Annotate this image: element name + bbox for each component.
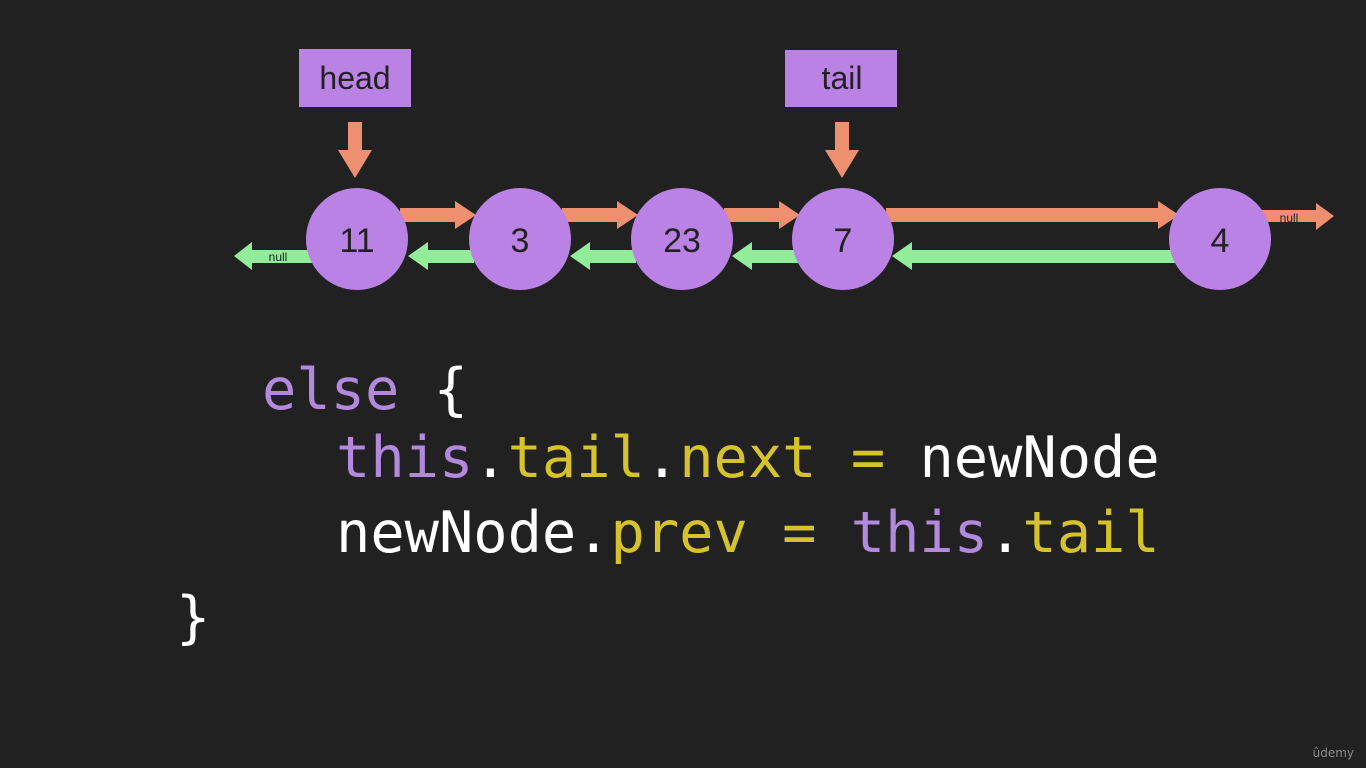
dot: . [644,425,680,491]
head-arrow-head [338,150,372,178]
prev-arrow-3-11-head [408,242,428,270]
property-next: next [679,425,817,491]
node-2: 23 [631,188,733,290]
nodes: 11 3 23 7 4 [306,188,1271,290]
tail-arrow-shaft [835,122,849,152]
close-brace: } [176,585,211,651]
dot: . [473,425,508,491]
tail-pointer: tail [785,50,897,178]
assign-operator: = [747,500,851,566]
tail-arrow-head [825,150,859,178]
property-prev: prev [610,500,748,566]
identifier-newnode: newNode [919,425,1160,491]
dot: . [576,500,611,566]
node-0: 11 [306,188,408,290]
dot: . [988,500,1023,566]
code-line-newnode-prev: newNode.prev = this.tail [336,505,1160,562]
prev-arrow-11-null-head [234,242,252,270]
property-tail: tail [1022,500,1160,566]
next-arrow-11-3-shaft [400,208,456,222]
tail-label: tail [822,60,863,96]
next-arrow-4-null-head [1316,203,1334,230]
next-arrow-23-7-shaft [724,208,780,222]
node-value: 3 [511,222,530,260]
prev-arrow-4-7-head [892,242,912,270]
prev-arrow-7-23-head [732,242,752,270]
node-value: 4 [1211,222,1230,260]
prev-arrow-3-11-shaft [426,250,474,263]
node-value: 11 [339,222,374,260]
node-1: 3 [469,188,571,290]
keyword-else: else [262,357,400,423]
head-label: head [319,60,390,96]
code-line-else: else { [262,362,468,419]
identifier-newnode: newNode [336,500,577,566]
udemy-watermark: ûdemy [1312,746,1354,760]
head-pointer: head [299,49,411,178]
head-arrow-shaft [348,122,362,152]
prev-arrow-23-3-shaft [588,250,636,263]
null-left-label: null [269,250,288,264]
next-arrow-7-4-shaft [886,208,1160,222]
next-arrow-3-23-shaft [562,208,618,222]
prev-arrow-7-23-shaft [750,250,798,263]
node-value: 7 [834,222,853,260]
keyword-this: this [336,425,474,491]
assign-operator: = [816,425,920,491]
open-brace: { [399,357,468,423]
keyword-this: this [850,500,989,566]
slide: head tail null null 11 3 23 7 4 else {t… [0,0,1366,768]
node-4: 4 [1169,188,1271,290]
null-right-label: null [1280,211,1299,225]
code-line-close-brace: } [176,590,210,647]
doubly-linked-list-diagram: head tail null null 11 3 23 7 4 [234,49,1334,290]
node-3: 7 [792,188,894,290]
prev-arrow-4-7-shaft [910,250,1176,263]
node-value: 23 [663,222,701,260]
code-line-tail-next: this.tail.next = newNode [336,430,1160,487]
prev-arrow-23-3-head [570,242,590,270]
property-tail: tail [507,425,645,491]
